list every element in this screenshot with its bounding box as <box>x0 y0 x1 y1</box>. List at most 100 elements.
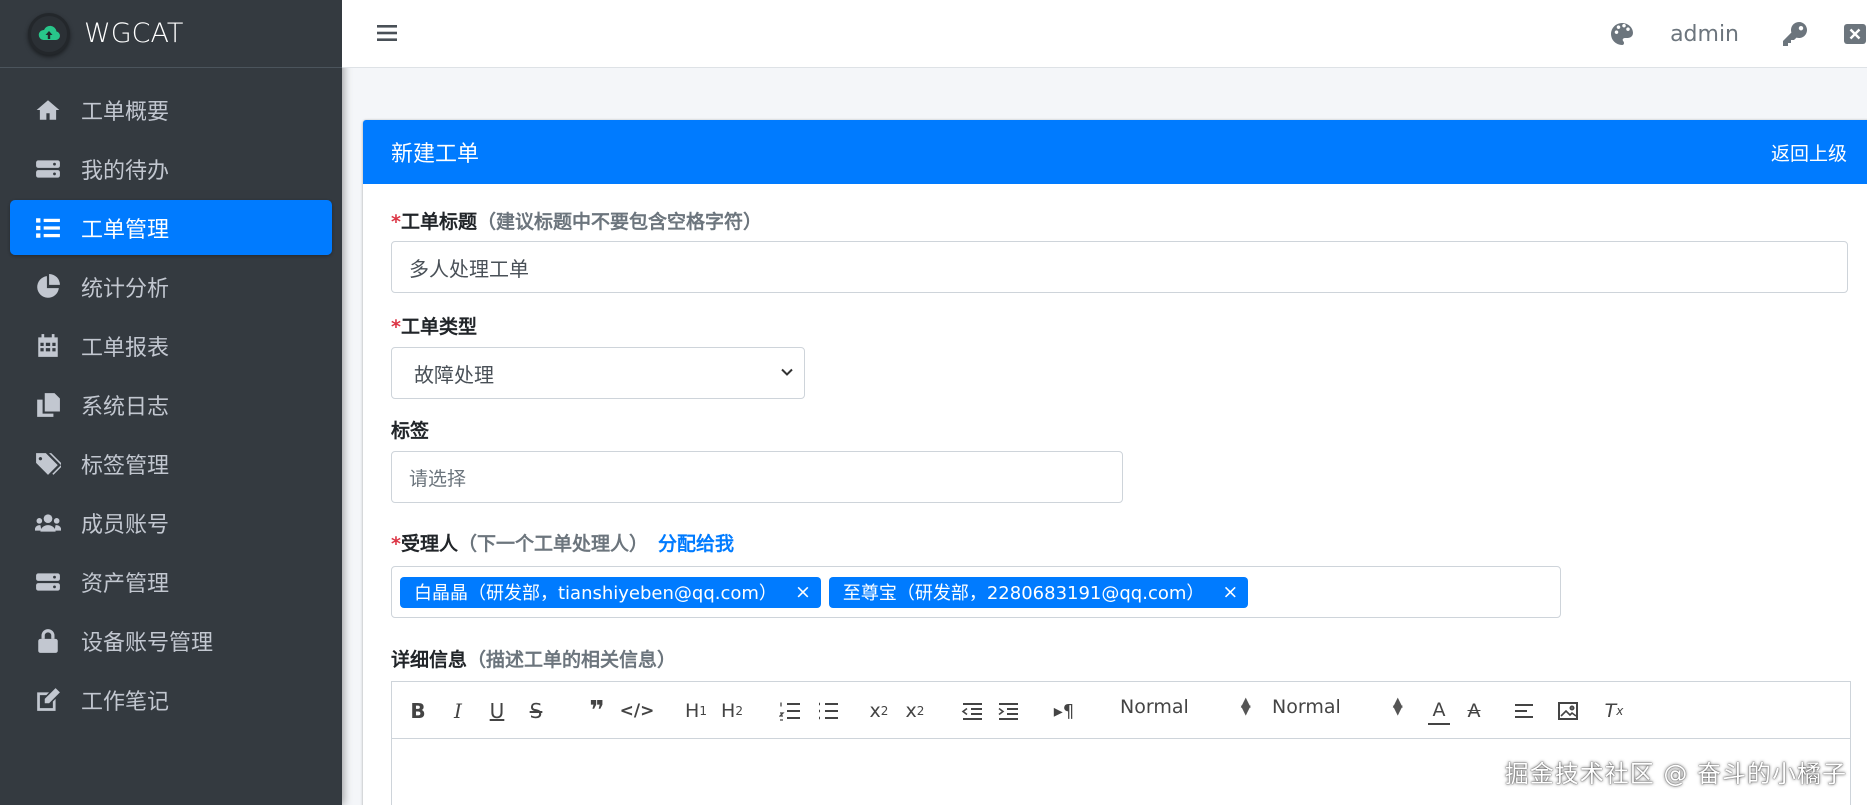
sidebar-item-device-accounts[interactable]: 设备账号管理 <box>10 613 332 668</box>
assignee-tag: 至尊宝（研发部，2280683191@qq.com） × <box>828 576 1249 608</box>
assignee-label: *受理人（下一个工单处理人） 分配给我 <box>391 529 734 556</box>
brand[interactable]: WGCAT <box>0 0 342 68</box>
required-mark: * <box>391 533 401 555</box>
top-navbar: admin <box>342 0 1867 68</box>
brand-name: WGCAT <box>84 18 184 49</box>
code-block-icon[interactable]: </> <box>620 697 655 725</box>
image-icon[interactable] <box>1556 697 1580 725</box>
sidebar-item-label: 我的待办 <box>81 158 170 184</box>
label-hint: （描述工单的相关信息） <box>467 649 677 671</box>
indent-icon[interactable] <box>996 697 1020 725</box>
clear-format-icon[interactable]: Tx <box>1602 697 1626 725</box>
heading-1-icon[interactable]: H1 <box>682 697 710 725</box>
up-down-icon: ▲ ▼ <box>1392 695 1403 718</box>
label-text: 受理人 <box>400 533 458 555</box>
edit-icon <box>33 687 63 713</box>
sidebar-item-assets[interactable]: 资产管理 <box>10 554 332 609</box>
sidebar-item-label: 统计分析 <box>81 276 170 302</box>
remove-tag-icon[interactable]: × <box>1222 581 1238 603</box>
calendar-icon <box>33 333 63 359</box>
card-header: 新建工单 返回上级 <box>363 120 1867 184</box>
chevron-down-icon <box>781 368 793 376</box>
bold-icon[interactable]: B <box>408 697 428 725</box>
card-title: 新建工单 <box>391 142 480 167</box>
sidebar-item-label: 工单管理 <box>81 217 170 243</box>
required-mark: * <box>391 316 401 338</box>
blockquote-icon[interactable]: ❞ <box>586 696 608 726</box>
text-color-icon[interactable]: A <box>1428 697 1450 725</box>
sidebar-item-todo[interactable]: 我的待办 <box>10 141 332 196</box>
label-hint: （建议标题中不要包含空格字符） <box>476 211 762 233</box>
label-text: 工单标题 <box>400 211 477 233</box>
heading-2-icon[interactable]: H2 <box>718 697 746 725</box>
pie-chart-icon <box>33 273 63 300</box>
detail-label: 详细信息（描述工单的相关信息） <box>391 645 676 672</box>
background-color-icon[interactable]: A <box>1462 697 1486 725</box>
sidebar-item-label: 工作笔记 <box>81 689 170 715</box>
username-label[interactable]: admin <box>1670 22 1739 47</box>
text-direction-icon[interactable]: ▸¶ <box>1052 697 1076 725</box>
lock-icon <box>33 628 63 654</box>
bullet-list-icon[interactable] <box>816 697 840 725</box>
superscript-icon[interactable]: x2 <box>902 697 928 725</box>
underline-icon[interactable]: U <box>486 697 508 725</box>
copy-icon <box>33 392 63 418</box>
sidebar-item-members[interactable]: 成员账号 <box>10 495 332 550</box>
align-icon[interactable] <box>1512 697 1536 725</box>
label-text: 详细信息 <box>391 649 468 671</box>
sidebar-item-label: 工单概要 <box>81 99 170 125</box>
italic-icon[interactable]: I <box>448 697 468 725</box>
server-icon <box>33 569 63 595</box>
key-icon[interactable] <box>1783 22 1807 46</box>
ticket-type-select[interactable]: 故障处理 <box>391 347 805 399</box>
selected-value: 故障处理 <box>414 362 494 387</box>
label-text: 标签 <box>391 420 430 442</box>
outdent-icon[interactable] <box>960 697 984 725</box>
sidebar-item-reports[interactable]: 工单报表 <box>10 318 332 373</box>
assign-to-me-link[interactable]: 分配给我 <box>658 533 734 555</box>
sidebar-item-ticket-management[interactable]: 工单管理 <box>10 200 332 255</box>
sidebar-item-overview[interactable]: 工单概要 <box>10 82 332 137</box>
users-icon <box>33 510 63 536</box>
watermark: 掘金技术社区 @ 奋斗的小橘子 <box>1504 760 1847 788</box>
assignee-tag: 白晶晶（研发部，tianshiyeben@qq.com） × <box>400 576 821 608</box>
tags-select-input[interactable]: 请选择 <box>391 451 1123 503</box>
remove-tag-icon[interactable]: × <box>795 581 811 603</box>
header-picker-value: Normal <box>1120 696 1189 718</box>
size-picker[interactable]: Normal ▲ ▼ <box>1272 696 1403 718</box>
assignee-multiselect[interactable]: 白晶晶（研发部，tianshiyeben@qq.com） × 至尊宝（研发部，2… <box>391 566 1561 618</box>
sidebar-item-tags[interactable]: 标签管理 <box>10 436 332 491</box>
sidebar-item-label: 成员账号 <box>81 512 170 538</box>
strikethrough-icon[interactable]: S <box>526 697 546 725</box>
palette-icon[interactable] <box>1610 22 1634 46</box>
sidebar: WGCAT 工单概要 我的待办 工单管理 统计分析 工单报表 系统日志 标签管理… <box>0 0 342 805</box>
sidebar-item-notes[interactable]: 工作笔记 <box>10 672 332 727</box>
ordered-list-icon[interactable] <box>778 697 802 725</box>
sidebar-item-statistics[interactable]: 统计分析 <box>10 259 332 314</box>
subscript-icon[interactable]: x2 <box>866 697 892 725</box>
sidebar-item-label: 系统日志 <box>81 394 170 420</box>
ticket-title-input[interactable]: 多人处理工单 <box>391 241 1848 293</box>
editor-toolbar: B I U S ❞ </> H1 H2 x2 x2 ▸¶ Normal ▲ ▼ … <box>392 682 1850 739</box>
header-picker[interactable]: Normal ▲ ▼ <box>1120 696 1251 718</box>
home-icon <box>33 97 63 123</box>
back-link[interactable]: 返回上级 <box>1771 139 1847 166</box>
sidebar-item-logs[interactable]: 系统日志 <box>10 377 332 432</box>
label-hint: （下一个工单处理人） <box>457 533 648 555</box>
cloud-upload-icon <box>28 12 70 55</box>
ticket-type-label: *工单类型 <box>391 312 477 339</box>
navbar-right: admin <box>1610 0 1867 68</box>
hamburger-menu-icon[interactable] <box>372 18 402 48</box>
sidebar-item-label: 设备账号管理 <box>81 630 214 656</box>
up-down-icon: ▲ ▼ <box>1240 695 1251 718</box>
sidebar-item-label: 工单报表 <box>81 335 170 361</box>
tags-icon <box>33 451 63 477</box>
label-text: 工单类型 <box>400 316 477 338</box>
sidebar-item-label: 标签管理 <box>81 453 170 479</box>
sidebar-item-label: 资产管理 <box>81 571 170 597</box>
sidebar-nav: 工单概要 我的待办 工单管理 统计分析 工单报表 系统日志 标签管理 成员账号 <box>0 68 342 727</box>
assignee-tag-text: 至尊宝（研发部，2280683191@qq.com） <box>842 583 1205 604</box>
logout-icon[interactable] <box>1843 23 1867 45</box>
list-icon <box>33 215 63 241</box>
required-mark: * <box>391 211 401 233</box>
